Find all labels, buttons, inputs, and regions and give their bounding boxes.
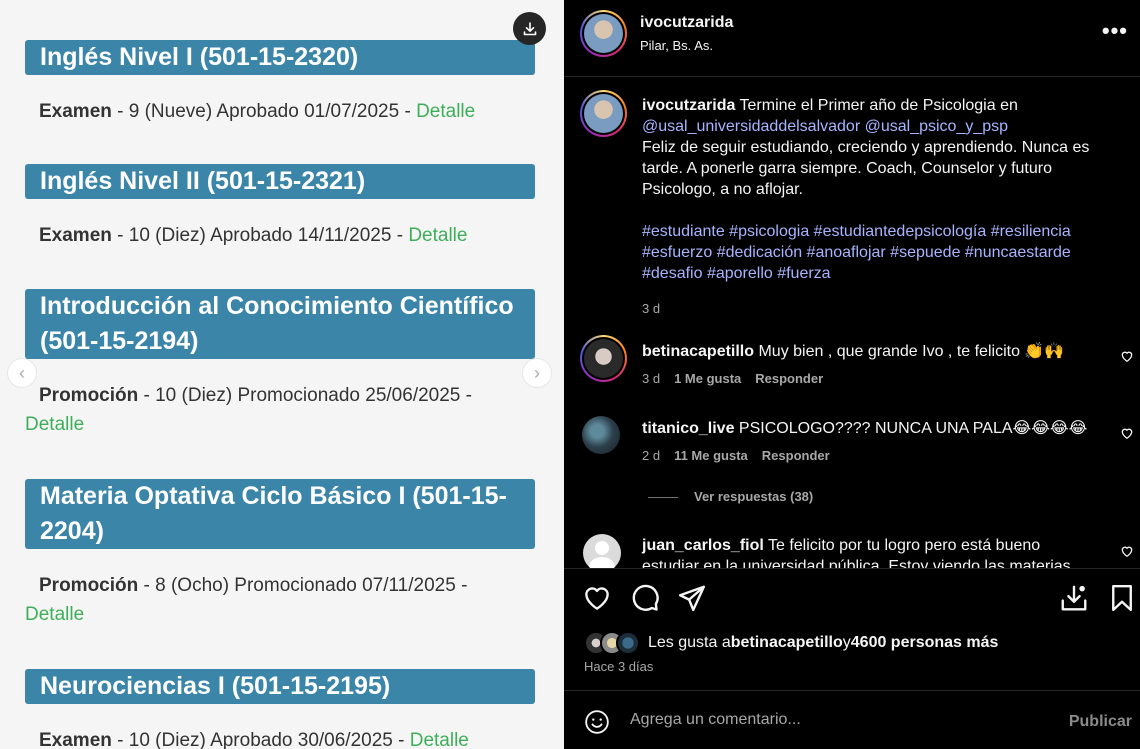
result-kind: Examen xyxy=(39,101,112,122)
course-title: Materia Optativa Ciclo Básico I (501-15-… xyxy=(25,479,535,549)
course-title: Neurociencias I (501-15-2195) xyxy=(25,669,535,704)
course-result: Promoción - 10 (Diez) Promocionado 25/06… xyxy=(25,381,539,439)
comment-meta: 3 d 1 Me gusta Responder xyxy=(642,371,837,386)
course-block: Neurociencias I (501-15-2195) Examen - 1… xyxy=(0,669,564,749)
like-heart-icon[interactable] xyxy=(582,583,612,613)
publish-button[interactable]: Publicar xyxy=(1069,713,1132,731)
detail-link: Detalle xyxy=(25,414,85,435)
heart-icon[interactable] xyxy=(1120,426,1134,440)
likes-count[interactable]: 4600 personas más xyxy=(851,634,999,652)
chevron-left-icon: ‹ xyxy=(19,362,25,383)
download-icon xyxy=(523,21,536,35)
course-block: Materia Optativa Ciclo Básico I (501-15-… xyxy=(0,479,564,629)
default-avatar-icon[interactable] xyxy=(583,534,621,568)
heart-icon[interactable] xyxy=(1120,349,1134,363)
save-to-device-icon[interactable] xyxy=(1059,583,1089,613)
caption-avatar[interactable] xyxy=(580,90,627,137)
caption-text: Termine el Primer año de Psicologia en xyxy=(735,97,1018,114)
post-panel: ivocutzarida Pilar, Bs. As. ••• ivocutza… xyxy=(564,0,1140,749)
reply-button[interactable]: Responder xyxy=(755,371,823,386)
result-kind: Examen xyxy=(39,730,112,749)
comment-timestamp: 3 d xyxy=(642,371,661,386)
course-result: Examen - 9 (Nueve) Aprobado 01/07/2025 -… xyxy=(39,97,539,126)
course-result: Examen - 10 (Diez) Aprobado 14/11/2025 -… xyxy=(39,221,539,250)
course-block: Introducción al Conocimiento Científico … xyxy=(0,289,564,439)
comment-icon[interactable] xyxy=(630,583,660,613)
detail-link: Detalle xyxy=(409,730,469,749)
mention-link[interactable]: @usal_psico_y_psp xyxy=(865,118,1008,135)
post-location[interactable]: Pilar, Bs. As. xyxy=(640,38,713,53)
likes-summary[interactable]: Les gusta a betinacapetillo y 4600 perso… xyxy=(584,631,998,655)
heart-icon[interactable] xyxy=(1120,544,1134,558)
author-username[interactable]: ivocutzarida xyxy=(640,14,733,32)
course-block: Inglés Nivel I (501-15-2320) Examen - 9 … xyxy=(0,40,564,126)
comment-likes[interactable]: 1 Me gusta xyxy=(674,371,741,386)
more-options-button[interactable]: ••• xyxy=(1102,18,1128,44)
download-button[interactable] xyxy=(513,12,546,45)
course-title: Inglés Nivel II (501-15-2321) xyxy=(25,164,535,199)
detail-link: Detalle xyxy=(25,604,85,625)
post-caption: ivocutzarida Termine el Primer año de Ps… xyxy=(642,95,1112,319)
comment-text: juan_carlos_fiol Te felicito por tu logr… xyxy=(642,535,1102,568)
post-image-academic-record: Inglés Nivel I (501-15-2320) Examen - 9 … xyxy=(0,0,564,749)
comment-body: Te felicito por tu logro pero está bueno xyxy=(763,537,1041,554)
result-text: - 8 (Ocho) Promocionado 07/11/2025 - xyxy=(138,575,468,596)
comment-input[interactable] xyxy=(630,711,1050,729)
result-text: - 10 (Diez) Aprobado 30/06/2025 - xyxy=(111,730,410,749)
course-block: Inglés Nivel II (501-15-2321) Examen - 1… xyxy=(0,164,564,250)
hashtags[interactable]: #estudiante #psicologia #estudiantedepsi… xyxy=(642,223,1071,282)
author-avatar[interactable] xyxy=(580,10,627,57)
comment-username[interactable]: titanico_live xyxy=(642,420,734,437)
comment-body: Muy bien , que grande Ivo , te felicito … xyxy=(754,343,1065,360)
result-text: - 9 (Nueve) Aprobado 01/07/2025 - xyxy=(111,101,417,122)
post-timestamp: Hace 3 días xyxy=(584,659,654,674)
comment-username[interactable]: betinacapetillo xyxy=(642,343,754,360)
caption-body: Feliz de seguir estudiando, creciendo y … xyxy=(642,139,1090,198)
chevron-right-icon: › xyxy=(534,362,540,383)
comment-meta: 2 d 11 Me gusta Responder xyxy=(642,448,844,463)
carousel-next-button[interactable]: › xyxy=(522,358,552,388)
comment-timestamp: 2 d xyxy=(642,448,661,463)
share-icon[interactable] xyxy=(677,583,707,613)
comment-text: betinacapetillo Muy bien , que grande Iv… xyxy=(642,341,1102,362)
liker-avatars xyxy=(584,631,646,655)
comment-avatar[interactable] xyxy=(580,335,627,382)
comment: juan_carlos_fiol Te felicito por tu logr… xyxy=(564,530,1140,568)
detail-link: Detalle xyxy=(416,101,476,122)
bookmark-icon[interactable] xyxy=(1107,583,1137,613)
comment-body-continued: estudiar en la universidad pública. Esto… xyxy=(642,558,1071,568)
add-comment-bar: Publicar xyxy=(564,690,1140,749)
course-result: Promoción - 8 (Ocho) Promocionado 07/11/… xyxy=(25,571,539,629)
reply-button[interactable]: Responder xyxy=(762,448,830,463)
result-kind: Examen xyxy=(39,225,112,246)
view-replies-button[interactable]: Ver respuestas (38) xyxy=(648,489,813,504)
result-kind: Promoción xyxy=(39,385,139,406)
caption-username[interactable]: ivocutzarida xyxy=(642,97,735,114)
mention-link[interactable]: @usal_universidaddelsalvador xyxy=(642,118,860,135)
comment-body: PSICOLOGO???? NUNCA UNA PALA😂😂😂😂 xyxy=(734,420,1088,437)
course-title: Introducción al Conocimiento Científico … xyxy=(25,289,535,359)
course-result: Examen - 10 (Diez) Aprobado 30/06/2025 -… xyxy=(39,726,539,749)
result-text: - 10 (Diez) Aprobado 14/11/2025 - xyxy=(111,225,409,246)
carousel-prev-button[interactable]: ‹ xyxy=(7,358,37,388)
emoji-icon[interactable] xyxy=(584,709,610,735)
comment-text: titanico_live PSICOLOGO???? NUNCA UNA PA… xyxy=(642,418,1102,439)
result-kind: Promoción xyxy=(39,575,139,596)
likes-prefix: Les gusta a xyxy=(648,634,731,651)
comment-likes[interactable]: 11 Me gusta xyxy=(674,448,748,463)
post-actions: Les gusta a betinacapetillo y 4600 perso… xyxy=(564,568,1140,690)
caption-timestamp: 3 d xyxy=(642,301,661,316)
result-text: - 10 (Diez) Promocionado 25/06/2025 - xyxy=(138,385,472,406)
detail-link: Detalle xyxy=(408,225,468,246)
post-header: ivocutzarida Pilar, Bs. As. ••• xyxy=(564,0,1140,77)
likes-mid: y xyxy=(842,634,851,651)
comment-username[interactable]: juan_carlos_fiol xyxy=(642,537,764,554)
likes-user[interactable]: betinacapetillo xyxy=(731,634,843,652)
comment-avatar[interactable] xyxy=(582,416,620,454)
course-title: Inglés Nivel I (501-15-2320) xyxy=(25,40,535,75)
